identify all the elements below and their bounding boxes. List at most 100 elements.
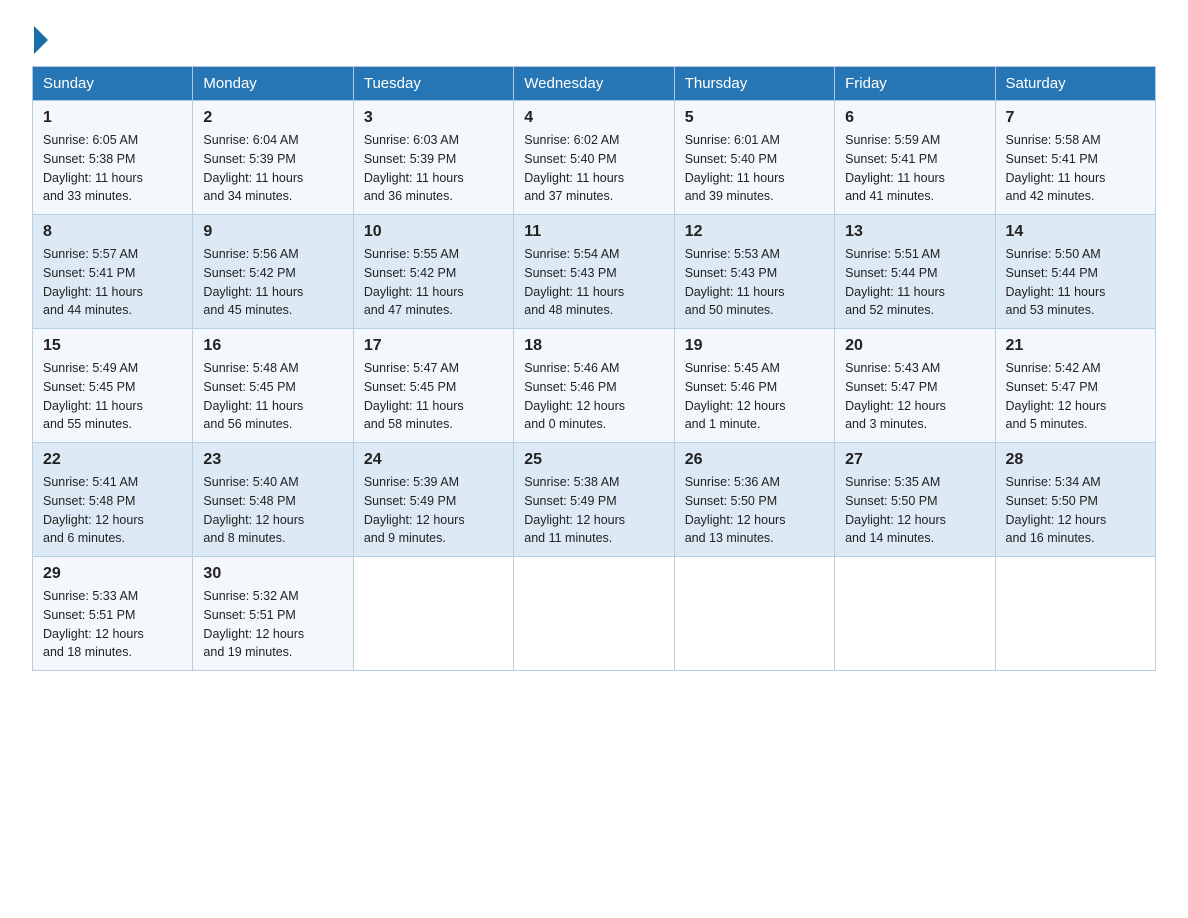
calendar-cell: 12 Sunrise: 5:53 AMSunset: 5:43 PMDaylig… (674, 215, 834, 329)
header-wednesday: Wednesday (514, 67, 674, 101)
day-info: Sunrise: 5:36 AMSunset: 5:50 PMDaylight:… (685, 473, 824, 548)
day-info: Sunrise: 5:35 AMSunset: 5:50 PMDaylight:… (845, 473, 984, 548)
day-number: 9 (203, 223, 342, 241)
calendar-cell: 30 Sunrise: 5:32 AMSunset: 5:51 PMDaylig… (193, 557, 353, 671)
day-info: Sunrise: 6:04 AMSunset: 5:39 PMDaylight:… (203, 131, 342, 206)
day-info: Sunrise: 5:55 AMSunset: 5:42 PMDaylight:… (364, 245, 503, 320)
header-tuesday: Tuesday (353, 67, 513, 101)
day-number: 10 (364, 223, 503, 241)
day-number: 5 (685, 109, 824, 127)
calendar-week-row: 15 Sunrise: 5:49 AMSunset: 5:45 PMDaylig… (33, 329, 1156, 443)
day-info: Sunrise: 5:58 AMSunset: 5:41 PMDaylight:… (1006, 131, 1145, 206)
day-number: 12 (685, 223, 824, 241)
calendar-cell: 4 Sunrise: 6:02 AMSunset: 5:40 PMDayligh… (514, 101, 674, 215)
day-number: 2 (203, 109, 342, 127)
calendar-cell: 18 Sunrise: 5:46 AMSunset: 5:46 PMDaylig… (514, 329, 674, 443)
day-number: 30 (203, 565, 342, 583)
day-info: Sunrise: 5:57 AMSunset: 5:41 PMDaylight:… (43, 245, 182, 320)
calendar-cell: 21 Sunrise: 5:42 AMSunset: 5:47 PMDaylig… (995, 329, 1155, 443)
calendar-cell: 27 Sunrise: 5:35 AMSunset: 5:50 PMDaylig… (835, 443, 995, 557)
calendar-week-row: 8 Sunrise: 5:57 AMSunset: 5:41 PMDayligh… (33, 215, 1156, 329)
day-info: Sunrise: 5:54 AMSunset: 5:43 PMDaylight:… (524, 245, 663, 320)
calendar-cell (514, 557, 674, 671)
day-number: 28 (1006, 451, 1145, 469)
day-number: 11 (524, 223, 663, 241)
day-info: Sunrise: 5:39 AMSunset: 5:49 PMDaylight:… (364, 473, 503, 548)
calendar-header-row: SundayMondayTuesdayWednesdayThursdayFrid… (33, 67, 1156, 101)
day-info: Sunrise: 5:56 AMSunset: 5:42 PMDaylight:… (203, 245, 342, 320)
header-monday: Monday (193, 67, 353, 101)
day-number: 24 (364, 451, 503, 469)
calendar-cell: 24 Sunrise: 5:39 AMSunset: 5:49 PMDaylig… (353, 443, 513, 557)
calendar-cell: 6 Sunrise: 5:59 AMSunset: 5:41 PMDayligh… (835, 101, 995, 215)
day-number: 21 (1006, 337, 1145, 355)
calendar-cell: 28 Sunrise: 5:34 AMSunset: 5:50 PMDaylig… (995, 443, 1155, 557)
day-number: 27 (845, 451, 984, 469)
day-number: 23 (203, 451, 342, 469)
day-number: 14 (1006, 223, 1145, 241)
day-info: Sunrise: 6:05 AMSunset: 5:38 PMDaylight:… (43, 131, 182, 206)
calendar-cell: 29 Sunrise: 5:33 AMSunset: 5:51 PMDaylig… (33, 557, 193, 671)
day-info: Sunrise: 5:34 AMSunset: 5:50 PMDaylight:… (1006, 473, 1145, 548)
calendar-cell (995, 557, 1155, 671)
day-info: Sunrise: 5:51 AMSunset: 5:44 PMDaylight:… (845, 245, 984, 320)
calendar-cell: 8 Sunrise: 5:57 AMSunset: 5:41 PMDayligh… (33, 215, 193, 329)
header-saturday: Saturday (995, 67, 1155, 101)
day-number: 18 (524, 337, 663, 355)
calendar-cell: 17 Sunrise: 5:47 AMSunset: 5:45 PMDaylig… (353, 329, 513, 443)
calendar-cell (353, 557, 513, 671)
calendar-cell: 3 Sunrise: 6:03 AMSunset: 5:39 PMDayligh… (353, 101, 513, 215)
day-number: 8 (43, 223, 182, 241)
calendar-cell (835, 557, 995, 671)
day-number: 3 (364, 109, 503, 127)
day-info: Sunrise: 5:49 AMSunset: 5:45 PMDaylight:… (43, 359, 182, 434)
day-info: Sunrise: 5:48 AMSunset: 5:45 PMDaylight:… (203, 359, 342, 434)
calendar-cell: 13 Sunrise: 5:51 AMSunset: 5:44 PMDaylig… (835, 215, 995, 329)
calendar-cell: 11 Sunrise: 5:54 AMSunset: 5:43 PMDaylig… (514, 215, 674, 329)
day-info: Sunrise: 5:41 AMSunset: 5:48 PMDaylight:… (43, 473, 182, 548)
calendar-week-row: 29 Sunrise: 5:33 AMSunset: 5:51 PMDaylig… (33, 557, 1156, 671)
page-header (32, 24, 1156, 50)
day-number: 6 (845, 109, 984, 127)
day-number: 26 (685, 451, 824, 469)
day-info: Sunrise: 5:40 AMSunset: 5:48 PMDaylight:… (203, 473, 342, 548)
day-info: Sunrise: 5:53 AMSunset: 5:43 PMDaylight:… (685, 245, 824, 320)
day-info: Sunrise: 6:02 AMSunset: 5:40 PMDaylight:… (524, 131, 663, 206)
day-number: 7 (1006, 109, 1145, 127)
header-friday: Friday (835, 67, 995, 101)
day-number: 1 (43, 109, 182, 127)
day-number: 29 (43, 565, 182, 583)
header-thursday: Thursday (674, 67, 834, 101)
day-info: Sunrise: 5:45 AMSunset: 5:46 PMDaylight:… (685, 359, 824, 434)
calendar-cell: 20 Sunrise: 5:43 AMSunset: 5:47 PMDaylig… (835, 329, 995, 443)
day-number: 22 (43, 451, 182, 469)
day-number: 25 (524, 451, 663, 469)
calendar-week-row: 1 Sunrise: 6:05 AMSunset: 5:38 PMDayligh… (33, 101, 1156, 215)
logo (32, 24, 48, 50)
calendar-cell: 16 Sunrise: 5:48 AMSunset: 5:45 PMDaylig… (193, 329, 353, 443)
day-info: Sunrise: 6:03 AMSunset: 5:39 PMDaylight:… (364, 131, 503, 206)
day-info: Sunrise: 5:32 AMSunset: 5:51 PMDaylight:… (203, 587, 342, 662)
day-number: 13 (845, 223, 984, 241)
calendar-cell: 22 Sunrise: 5:41 AMSunset: 5:48 PMDaylig… (33, 443, 193, 557)
day-info: Sunrise: 5:38 AMSunset: 5:49 PMDaylight:… (524, 473, 663, 548)
calendar-cell: 1 Sunrise: 6:05 AMSunset: 5:38 PMDayligh… (33, 101, 193, 215)
calendar-week-row: 22 Sunrise: 5:41 AMSunset: 5:48 PMDaylig… (33, 443, 1156, 557)
calendar-cell: 5 Sunrise: 6:01 AMSunset: 5:40 PMDayligh… (674, 101, 834, 215)
calendar-cell: 23 Sunrise: 5:40 AMSunset: 5:48 PMDaylig… (193, 443, 353, 557)
calendar-cell: 25 Sunrise: 5:38 AMSunset: 5:49 PMDaylig… (514, 443, 674, 557)
day-info: Sunrise: 5:59 AMSunset: 5:41 PMDaylight:… (845, 131, 984, 206)
calendar-cell: 19 Sunrise: 5:45 AMSunset: 5:46 PMDaylig… (674, 329, 834, 443)
logo-arrow-icon (34, 26, 48, 54)
day-number: 4 (524, 109, 663, 127)
day-info: Sunrise: 6:01 AMSunset: 5:40 PMDaylight:… (685, 131, 824, 206)
day-number: 19 (685, 337, 824, 355)
calendar-table: SundayMondayTuesdayWednesdayThursdayFrid… (32, 66, 1156, 671)
day-number: 20 (845, 337, 984, 355)
day-number: 15 (43, 337, 182, 355)
day-info: Sunrise: 5:43 AMSunset: 5:47 PMDaylight:… (845, 359, 984, 434)
day-info: Sunrise: 5:46 AMSunset: 5:46 PMDaylight:… (524, 359, 663, 434)
calendar-cell: 26 Sunrise: 5:36 AMSunset: 5:50 PMDaylig… (674, 443, 834, 557)
calendar-cell: 14 Sunrise: 5:50 AMSunset: 5:44 PMDaylig… (995, 215, 1155, 329)
day-number: 16 (203, 337, 342, 355)
